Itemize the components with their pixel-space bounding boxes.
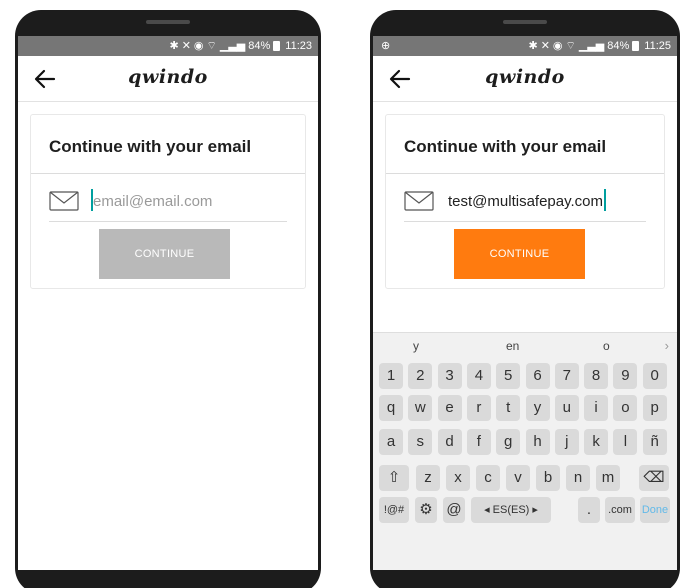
app-bar: qwindo [18,56,318,102]
key-3[interactable]: 3 [437,363,462,389]
text-caret [604,189,606,211]
email-card: Continue with your email CONTINUE [385,114,665,289]
divider [386,173,664,174]
suggestion-1[interactable]: y [413,339,419,353]
email-input[interactable] [93,189,283,213]
key-f[interactable]: f [466,429,491,455]
status-time: 11:25 [644,40,671,52]
battery-icon [632,41,640,51]
key-s[interactable]: s [408,429,433,455]
key-6[interactable]: 6 [525,363,550,389]
key-1[interactable]: 1 [379,363,403,389]
bluetooth-icon: ✱ [528,40,538,52]
key-5[interactable]: 5 [496,363,521,389]
key-p[interactable]: p [642,395,667,421]
wifi-icon: ⌔ [565,40,576,52]
wifi-icon: ⌔ [206,40,217,52]
key-n[interactable]: n [566,465,590,491]
notification-icon: ⊕ [381,40,391,52]
key-c[interactable]: c [476,465,500,491]
envelope-icon [49,191,79,211]
shift-icon[interactable]: ⇧ [379,465,409,491]
key-4[interactable]: 4 [466,363,491,389]
key-i[interactable]: i [584,395,609,421]
card-title: Continue with your email [49,137,252,156]
card-title: Continue with your email [404,137,607,156]
soft-keyboard: y en o › 1 2 3 4 5 6 7 8 9 0 q w e r t y u i o p a s d f g h j k l ñ ⇧… [373,332,677,570]
continue-button[interactable]: CONTINUE [454,229,585,279]
key-8[interactable]: 8 [584,363,609,389]
phone-right: ⊕ ✱ ✕ ◉ ⌔ ▁▃▅ 84% 11:25 qwindo Continue … [370,10,680,588]
status-icons: ✱ ✕ ◉ ⌔ ▁▃▅ 84% 11:23 [169,36,312,56]
suggestion-3[interactable]: o [603,339,610,353]
speaker [146,20,190,24]
status-bar: ⊕ ✱ ✕ ◉ ⌔ ▁▃▅ 84% 11:25 [373,36,677,56]
battery-icon [273,41,281,51]
key-k[interactable]: k [584,429,609,455]
speaker [503,20,547,24]
key-w[interactable]: w [408,395,433,421]
status-icons: ✱ ✕ ◉ ⌔ ▁▃▅ 84% 11:25 [528,36,671,56]
divider [31,173,305,174]
at-key[interactable]: @ [443,497,465,523]
screen-left: ✱ ✕ ◉ ⌔ ▁▃▅ 84% 11:23 qwindo Continue wi… [18,36,318,570]
input-underline [49,221,287,222]
alarm-icon: ◉ [193,40,204,52]
suggestion-2[interactable]: en [506,339,519,353]
backspace-icon[interactable]: ⌫ [639,465,669,491]
symbols-key[interactable]: !@# [379,497,409,523]
key-9[interactable]: 9 [613,363,638,389]
key-v[interactable]: v [506,465,530,491]
mute-icon: ✕ [540,40,550,52]
status-bar: ✱ ✕ ◉ ⌔ ▁▃▅ 84% 11:23 [18,36,318,56]
key-b[interactable]: b [536,465,560,491]
key-g[interactable]: g [496,429,521,455]
space-key[interactable]: ◂ ES(ES) ▸ [471,497,551,523]
key-q[interactable]: q [379,395,403,421]
key-x[interactable]: x [446,465,470,491]
key-r[interactable]: r [466,395,491,421]
phone-left: ✱ ✕ ◉ ⌔ ▁▃▅ 84% 11:23 qwindo Continue wi… [15,10,321,588]
suggestion-bar: y en o › [373,333,677,359]
key-0[interactable]: 0 [642,363,667,389]
key-t[interactable]: t [496,395,521,421]
qwindo-logo: qwindo [485,66,565,88]
key-ñ[interactable]: ñ [642,429,667,455]
battery-percent: 84% [607,40,630,52]
screen-right: ⊕ ✱ ✕ ◉ ⌔ ▁▃▅ 84% 11:25 qwindo Continue … [373,36,677,570]
mute-icon: ✕ [181,40,191,52]
signal-icon: ▁▃▅ [578,40,605,52]
key-7[interactable]: 7 [554,363,579,389]
envelope-icon [404,191,434,211]
key-a[interactable]: a [379,429,403,455]
period-key[interactable]: . [578,497,600,523]
dotcom-key[interactable]: .com [605,497,635,523]
key-m[interactable]: m [596,465,620,491]
done-key[interactable]: Done [640,497,670,523]
key-u[interactable]: u [554,395,579,421]
bluetooth-icon: ✱ [169,40,179,52]
key-d[interactable]: d [437,429,462,455]
alarm-icon: ◉ [552,40,563,52]
email-input[interactable] [448,189,638,213]
email-card: Continue with your email CONTINUE [30,114,306,289]
key-2[interactable]: 2 [408,363,433,389]
key-h[interactable]: h [525,429,550,455]
chevron-right-icon[interactable]: › [665,338,669,353]
qwindo-logo: qwindo [128,66,208,88]
continue-button[interactable]: CONTINUE [99,229,230,279]
battery-percent: 84% [248,40,271,52]
key-l[interactable]: l [613,429,638,455]
settings-icon[interactable]: ⚙ [415,497,437,523]
key-j[interactable]: j [554,429,579,455]
status-time: 11:23 [285,40,312,52]
input-underline [404,221,646,222]
app-bar: qwindo [373,56,677,102]
key-z[interactable]: z [416,465,440,491]
key-o[interactable]: o [613,395,638,421]
key-y[interactable]: y [525,395,550,421]
signal-icon: ▁▃▅ [219,40,246,52]
key-e[interactable]: e [437,395,462,421]
